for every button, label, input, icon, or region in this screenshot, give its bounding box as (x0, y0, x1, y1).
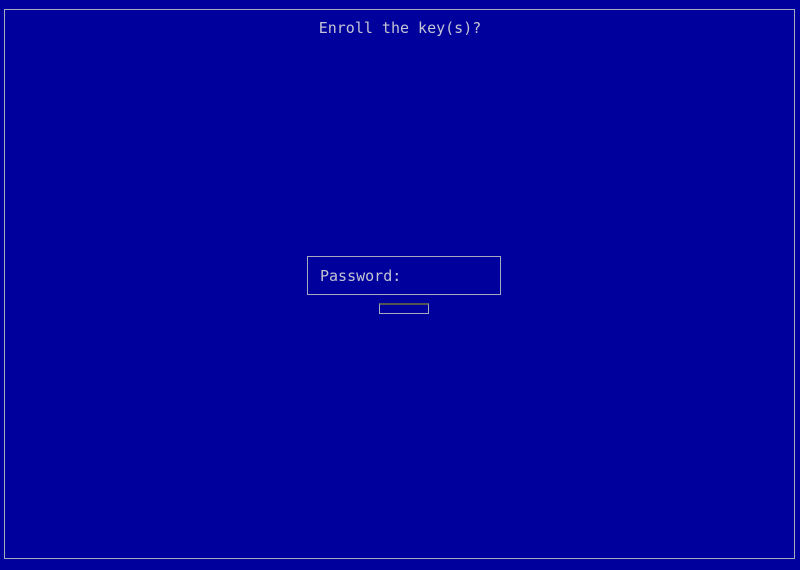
password-label: Password: (320, 267, 402, 285)
password-input[interactable] (398, 267, 494, 285)
dialog-title: Enroll the key(s)? (318, 19, 482, 37)
confirm-button[interactable] (379, 303, 429, 314)
screen: Enroll the key(s)? Password: (0, 0, 800, 570)
password-prompt-box[interactable]: Password: (307, 256, 501, 295)
